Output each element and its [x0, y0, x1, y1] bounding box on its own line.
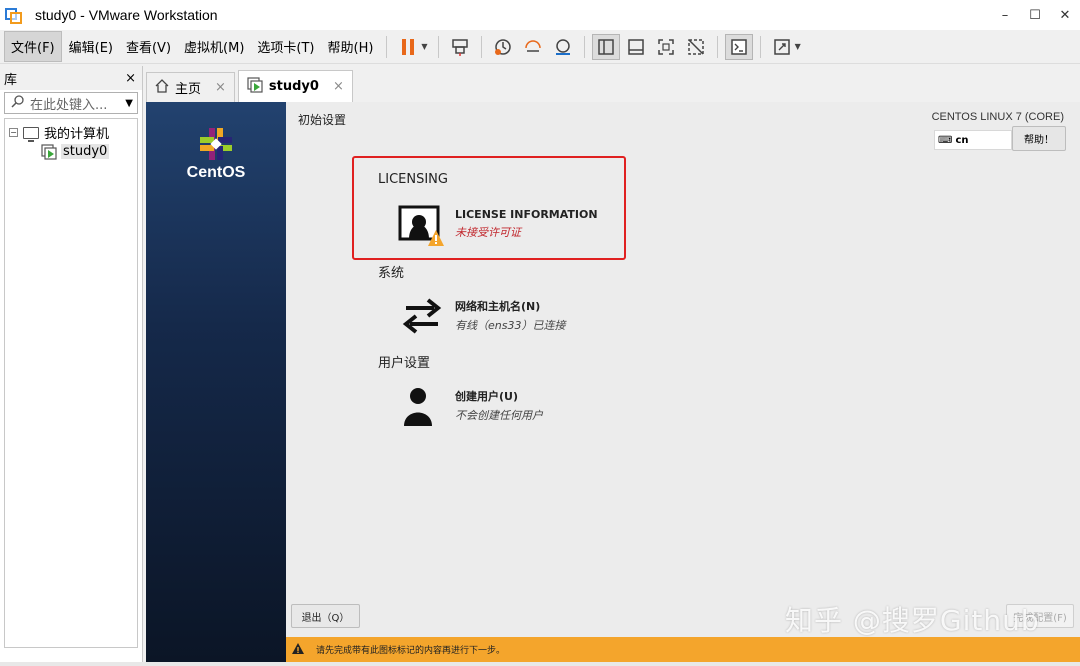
close-window-button[interactable]: ✕: [1050, 0, 1080, 30]
maximize-button[interactable]: ☐: [1020, 0, 1050, 30]
tree-item-study0[interactable]: study0: [9, 142, 133, 161]
pause-icon[interactable]: [394, 34, 422, 60]
category-licensing: LICENSING: [378, 172, 448, 187]
watermark: 知乎 @搜罗Github: [785, 604, 1040, 637]
centos-brand: CentOS: [186, 164, 246, 181]
spoke-network-hostname[interactable]: 网络和主机名(N) 有线（ens33）已连接: [398, 292, 565, 340]
spoke-create-user[interactable]: 创建用户(U) 不会创建任何用户: [398, 382, 543, 430]
tab-study0[interactable]: study0 ×: [237, 70, 353, 102]
vm-console[interactable]: CentOS 初始设置 CENTOS LINUX 7 (CORE) ⌨ cn 帮…: [146, 102, 1080, 662]
menu-toolbar: 文件(F) 编辑(E) 查看(V) 虚拟机(M) 选项卡(T) 帮助(H) ▼ …: [0, 30, 1080, 64]
tab-bar: 主页 × study0 ×: [146, 70, 356, 102]
library-title: 库: [4, 72, 18, 88]
vm-running-icon: [41, 143, 57, 160]
menu-help[interactable]: 帮助(H): [322, 32, 380, 61]
show-library-icon[interactable]: [591, 33, 620, 60]
network-arrows-icon: [398, 292, 446, 340]
revert-snapshot-icon[interactable]: [519, 34, 547, 60]
tree-item-my-computer[interactable]: − 我的计算机: [9, 123, 133, 142]
thumbnail-bar-icon[interactable]: [622, 34, 650, 60]
search-dropdown-icon[interactable]: ▼: [125, 98, 133, 109]
centos-logo-icon: [198, 126, 234, 162]
tab-home[interactable]: 主页 ×: [146, 72, 235, 102]
tree-label: study0: [61, 144, 110, 159]
pause-dropdown-icon[interactable]: ▼: [421, 42, 427, 51]
spoke-license-information[interactable]: LICENSE INFORMATION 未接受许可证: [398, 202, 598, 250]
title-bar: study0 - VMware Workstation – ☐ ✕: [0, 0, 1080, 30]
console-view-icon[interactable]: [724, 33, 753, 60]
search-placeholder: 在此处键入...: [30, 97, 108, 113]
close-tab-icon[interactable]: ×: [215, 80, 226, 95]
menu-file[interactable]: 文件(F): [4, 31, 62, 62]
keyboard-icon: ⌨: [938, 134, 953, 146]
help-button[interactable]: 帮助！: [1012, 126, 1066, 151]
collapse-icon[interactable]: −: [9, 128, 18, 137]
warning-icon: [292, 642, 304, 657]
tree-label: 我的计算机: [44, 127, 110, 142]
window-title: study0 - VMware Workstation: [35, 7, 218, 23]
spoke-name: LICENSE INFORMATION: [455, 208, 598, 221]
spoke-name: 创建用户(U): [455, 390, 518, 403]
vm-running-icon: [247, 76, 263, 97]
license-warning-icon: [398, 202, 446, 250]
stretch-dropdown-icon[interactable]: ▼: [795, 42, 801, 51]
keyboard-layout-indicator[interactable]: ⌨ cn: [934, 130, 1012, 150]
spoke-status: 不会创建任何用户: [455, 409, 543, 422]
library-close-icon[interactable]: ×: [125, 71, 136, 86]
vm-tree: − 我的计算机 study0: [4, 118, 138, 648]
menu-edit[interactable]: 编辑(E): [63, 32, 119, 61]
library-search-input[interactable]: 在此处键入... ▼: [4, 92, 138, 114]
search-icon: [11, 94, 24, 112]
send-ctrl-alt-del-icon[interactable]: [446, 34, 474, 60]
spoke-status: 有线（ens33）已连接: [455, 319, 566, 332]
menu-tabs[interactable]: 选项卡(T): [251, 32, 320, 61]
computer-icon: [23, 126, 39, 142]
vmware-logo-icon: [5, 6, 23, 24]
tab-label: study0: [268, 79, 319, 94]
installer-sidebar: CentOS: [146, 102, 286, 662]
category-system: 系统: [378, 266, 405, 281]
menu-view[interactable]: 查看(V): [120, 32, 177, 61]
quit-button[interactable]: 退出（Q）: [291, 604, 360, 628]
spoke-status: 未接受许可证: [455, 226, 521, 239]
tab-label: 主页: [175, 82, 202, 97]
home-icon: [155, 78, 169, 97]
close-tab-icon[interactable]: ×: [333, 79, 344, 94]
snapshot-manager-icon[interactable]: [549, 34, 577, 60]
menu-vm[interactable]: 虚拟机(M): [178, 32, 250, 61]
status-bar: [0, 662, 1080, 666]
spoke-name: 网络和主机名(N): [455, 300, 541, 313]
warning-bar: 请先完成带有此图标标记的内容再进行下一步。: [286, 637, 1080, 662]
stretch-guest-icon[interactable]: [768, 34, 796, 60]
library-pane: 库 × 在此处键入... ▼ − 我的计算机 study0: [0, 66, 143, 662]
hub-title: 初始设置: [298, 113, 347, 127]
minimize-button[interactable]: –: [990, 0, 1020, 30]
user-icon: [398, 382, 446, 430]
os-label: CENTOS LINUX 7 (CORE): [931, 111, 1064, 123]
snapshot-icon[interactable]: [489, 34, 517, 60]
full-screen-icon[interactable]: [652, 34, 680, 60]
category-user-settings: 用户设置: [378, 356, 431, 371]
keyboard-layout: cn: [955, 134, 969, 146]
warning-text: 请先完成带有此图标标记的内容再进行下一步。: [316, 646, 506, 656]
unity-icon[interactable]: [682, 34, 710, 60]
